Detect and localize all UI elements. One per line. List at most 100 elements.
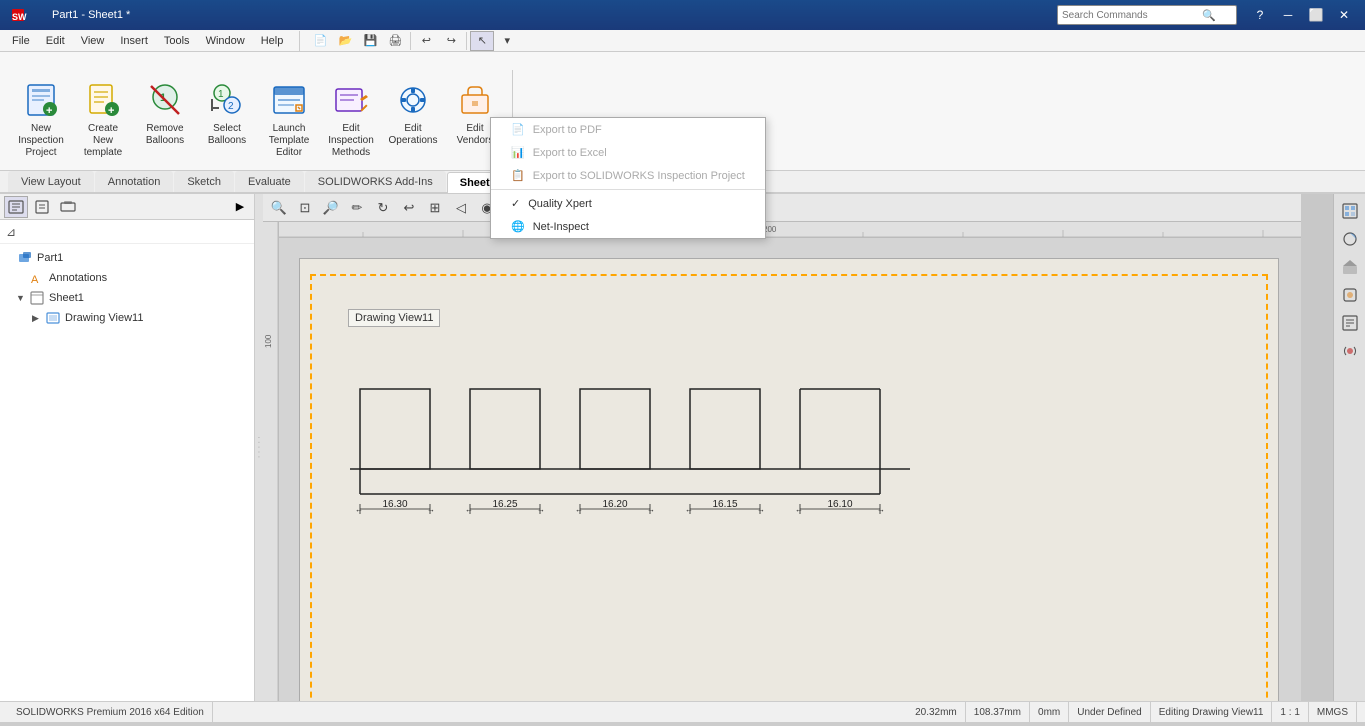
right-panel-btn1[interactable] xyxy=(1336,198,1364,224)
tree-item-drawing-view11[interactable]: ▶ Drawing View11 xyxy=(0,308,254,328)
menu-help[interactable]: Help xyxy=(253,30,292,52)
select-balloons-button[interactable]: 1 2 Select Balloons xyxy=(198,74,256,152)
expand-arrow-view11: ▶ xyxy=(32,313,44,324)
toolbar-redo[interactable]: ↪ xyxy=(439,31,463,51)
drawing-view-svg: 16.30 ← → 16.25 ← → 16.20 ← → xyxy=(330,339,930,539)
edit-inspection-icon xyxy=(330,79,372,121)
right-panel-btn2[interactable] xyxy=(1336,226,1364,252)
help-button[interactable]: ? xyxy=(1247,5,1273,25)
menu-bar: File Edit View Insert Tools Window Help … xyxy=(0,30,1365,52)
canvas-zoom-out-btn[interactable]: ✏ xyxy=(345,197,369,219)
under-defined-text: Under Defined xyxy=(1077,707,1141,718)
tab-annotation[interactable]: Annotation xyxy=(95,171,174,192)
create-new-template-button[interactable]: + Create New template xyxy=(74,74,132,164)
tab-sketch[interactable]: Sketch xyxy=(174,171,234,192)
edit-inspection-methods-button[interactable]: Edit Inspection Methods xyxy=(322,74,380,164)
edit-inspection-label: Edit Inspection Methods xyxy=(325,123,377,159)
canvas-undo-btn[interactable]: ↩ xyxy=(397,197,421,219)
toolbar-new[interactable]: 📄 xyxy=(308,31,332,51)
svg-text:16.20: 16.20 xyxy=(602,499,627,510)
tree-item-part1[interactable]: Part1 xyxy=(0,248,254,268)
create-template-icon: + xyxy=(82,79,124,121)
minimize-button[interactable]: ─ xyxy=(1275,5,1301,25)
right-panel xyxy=(1333,194,1365,701)
canvas-toolbar: 🔍 ⊡ 🔎 ✏ ↻ ↩ ⊞ ◁ ◉ ▷ xyxy=(263,194,1301,222)
canvas-rotate-btn[interactable]: ↻ xyxy=(371,197,395,219)
canvas-prev-btn[interactable]: ◁ xyxy=(449,197,473,219)
dropdown-export-pdf[interactable]: 📄 Export to PDF xyxy=(491,118,765,141)
solidworks-icon: 📋 xyxy=(511,169,525,182)
resize-handle[interactable]: · · · · · xyxy=(255,194,263,701)
tab-solidworks-addins[interactable]: SOLIDWORKS Add-Ins xyxy=(305,171,446,192)
canvas-zoom-in-btn[interactable]: 🔎 xyxy=(319,197,343,219)
svg-text:SW: SW xyxy=(12,12,27,22)
canvas-search-btn[interactable]: 🔍 xyxy=(267,197,291,219)
launch-template-editor-button[interactable]: Launch Template Editor xyxy=(260,74,318,164)
tab-view-layout[interactable]: View Layout xyxy=(8,171,94,192)
remove-balloons-icon: 1 xyxy=(144,79,186,121)
launch-template-label: Launch Template Editor xyxy=(263,123,315,159)
toolbar-undo[interactable]: ↩ xyxy=(414,31,438,51)
edit-operations-button[interactable]: Edit Operations xyxy=(384,74,442,152)
new-inspection-label: New Inspection Project xyxy=(15,123,67,159)
dropdown-quality-xpert[interactable]: ✓ Quality Xpert xyxy=(491,192,765,215)
svg-text:+: + xyxy=(46,105,52,117)
right-panel-btn3[interactable] xyxy=(1336,254,1364,280)
solidworks-logo: SW xyxy=(8,3,44,27)
remove-balloons-button[interactable]: 1 Remove Balloons xyxy=(136,74,194,152)
drawing-paper: Drawing View11 xyxy=(299,258,1279,701)
title-bar-left: SW Part1 - Sheet1 * xyxy=(8,3,130,27)
menu-window[interactable]: Window xyxy=(198,30,253,52)
status-defined: Under Defined xyxy=(1069,702,1150,723)
ruler-v-mark: 100 xyxy=(264,334,273,348)
panel-tab-config[interactable] xyxy=(56,196,80,218)
canvas-fit-btn[interactable]: ⊡ xyxy=(293,197,317,219)
canvas-grid-btn[interactable]: ⊞ xyxy=(423,197,447,219)
menu-insert[interactable]: Insert xyxy=(112,30,156,52)
edit-vendors-icon xyxy=(454,79,496,121)
new-inspection-project-button[interactable]: + New Inspection Project xyxy=(12,74,70,164)
toolbar-select-dropdown[interactable]: ▾ xyxy=(495,31,519,51)
toolbar-select[interactable]: ↖ xyxy=(470,31,494,51)
menu-file[interactable]: File xyxy=(4,30,38,52)
svg-text:1: 1 xyxy=(218,89,224,100)
right-panel-btn5[interactable] xyxy=(1336,310,1364,336)
remove-balloons-label: Remove Balloons xyxy=(139,123,191,147)
svg-text:←: ← xyxy=(685,505,693,514)
net-inspect-label: Net-Inspect xyxy=(533,221,589,233)
panel-tab-property[interactable] xyxy=(30,196,54,218)
ribbon-group-inspection: + New Inspection Project xyxy=(8,70,513,170)
status-bar: SOLIDWORKS Premium 2016 x64 Edition 20.3… xyxy=(0,701,1365,723)
edit-operations-label: Edit Operations xyxy=(387,123,439,147)
menu-tools[interactable]: Tools xyxy=(156,30,198,52)
dropdown-net-inspect[interactable]: 🌐 Net-Inspect xyxy=(491,215,765,238)
search-commands-input[interactable] xyxy=(1062,10,1202,21)
context-text: Editing Drawing View11 xyxy=(1159,707,1264,718)
dropdown-export-excel[interactable]: 📊 Export to Excel xyxy=(491,141,765,164)
tree-item-annotations[interactable]: A Annotations xyxy=(0,268,254,288)
excel-icon: 📊 xyxy=(511,146,525,159)
part1-icon xyxy=(16,250,34,266)
title-bar-controls: 🔍 ? ─ ⬜ ✕ xyxy=(1057,5,1357,25)
panel-expand-button[interactable]: ▶ xyxy=(230,196,250,218)
menu-edit[interactable]: Edit xyxy=(38,30,73,52)
dropdown-export-solidworks[interactable]: 📋 Export to SOLIDWORKS Inspection Projec… xyxy=(491,164,765,187)
menu-view[interactable]: View xyxy=(73,30,113,52)
close-button[interactable]: ✕ xyxy=(1331,5,1357,25)
filter-icon: ⊿ xyxy=(6,225,16,239)
restore-button[interactable]: ⬜ xyxy=(1303,5,1329,25)
drawing-canvas[interactable]: Drawing View11 xyxy=(279,238,1301,701)
tab-evaluate[interactable]: Evaluate xyxy=(235,171,304,192)
toolbar-print[interactable]: 🖨 xyxy=(383,31,407,51)
right-panel-btn6[interactable] xyxy=(1336,338,1364,364)
panel-tab-feature-tree[interactable] xyxy=(4,196,28,218)
pdf-icon: 📄 xyxy=(511,123,525,136)
right-panel-btn4[interactable] xyxy=(1336,282,1364,308)
tree-item-sheet1[interactable]: ▼ Sheet1 xyxy=(0,288,254,308)
svg-text:16.30: 16.30 xyxy=(382,499,407,510)
toolbar-open[interactable]: 📂 xyxy=(333,31,357,51)
toolbar-save[interactable]: 💾 xyxy=(358,31,382,51)
vertical-ruler: 100 xyxy=(263,222,279,701)
dropdown-menu: 📄 Export to PDF 📊 Export to Excel 📋 Expo… xyxy=(490,117,766,239)
title-bar: SW Part1 - Sheet1 * 🔍 ? ─ ⬜ ✕ xyxy=(0,0,1365,30)
